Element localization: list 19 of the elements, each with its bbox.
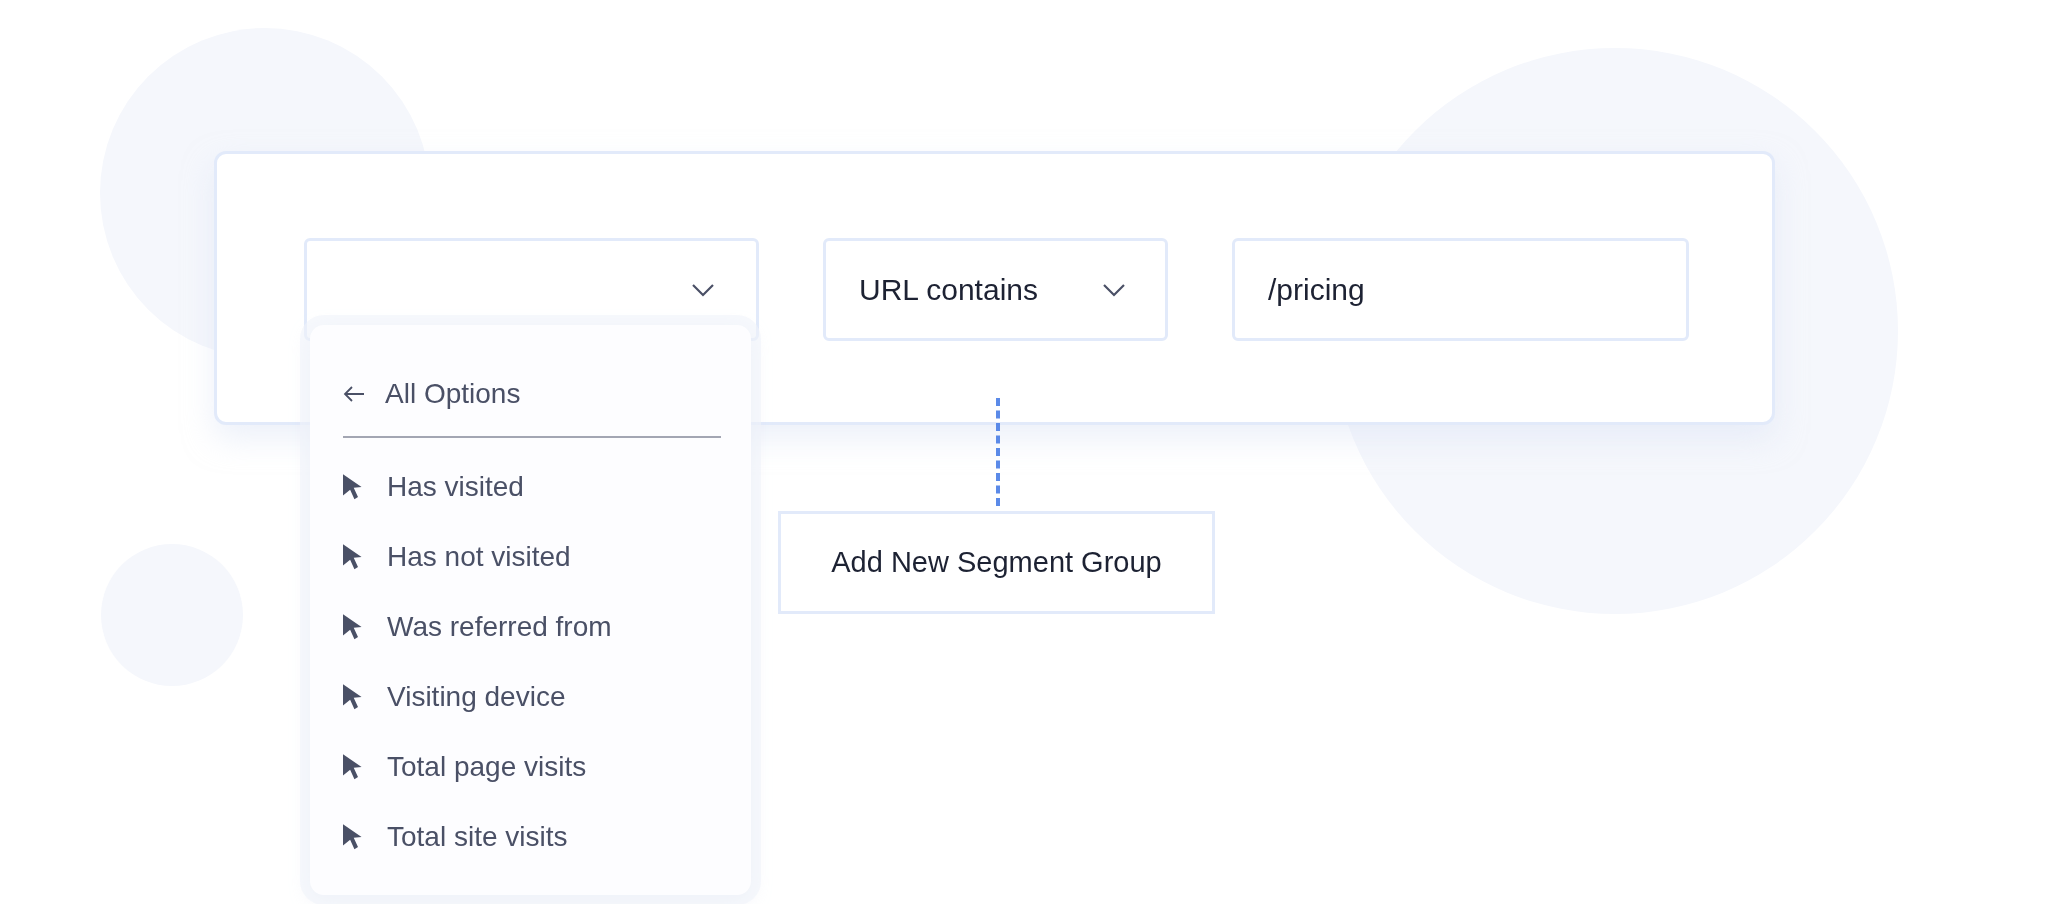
select-field[interactable]: URL contains — [823, 238, 1168, 341]
pointer-icon — [343, 614, 363, 640]
pointer-icon — [343, 684, 363, 710]
pointer-icon — [343, 544, 363, 570]
chevron-down-icon — [690, 282, 716, 297]
chevron-down-icon — [1101, 282, 1127, 297]
menu-item[interactable]: Has visited — [343, 452, 721, 522]
pointer-icon — [343, 754, 363, 780]
menu-item[interactable]: Total site visits — [343, 802, 721, 872]
pointer-icon — [343, 474, 363, 500]
menu-item[interactable]: Total page visits — [343, 732, 721, 802]
input-field[interactable]: /pricing — [1232, 238, 1689, 341]
pointer-icon — [343, 824, 363, 850]
menu-item[interactable]: Was referred from — [343, 592, 721, 662]
back-option[interactable]: All Options — [343, 373, 721, 415]
menu-item[interactable]: Has not visited — [343, 522, 721, 592]
menu-item[interactable]: Visiting device — [343, 662, 721, 732]
back-arrow-icon — [343, 385, 365, 403]
add-segment-group-button[interactable]: Add New Segment Group — [778, 511, 1215, 614]
